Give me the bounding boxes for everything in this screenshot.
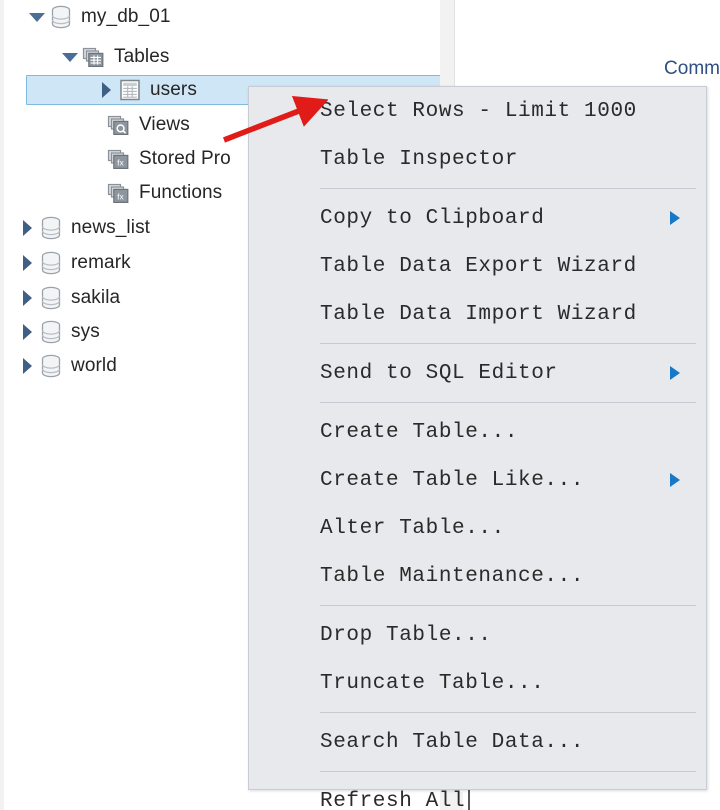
database-icon: [38, 250, 64, 276]
tree-indent-spacer: [27, 90, 95, 91]
menu-item-refresh-all[interactable]: Refresh All: [249, 777, 706, 810]
mysql-workbench-screenshot: my_db_01 Tables users Views fx Stored Pro fx Fu…: [0, 0, 720, 810]
menu-item-send-to-sql-editor[interactable]: Send to SQL Editor: [249, 349, 706, 397]
tree-item-label: news_list: [71, 217, 151, 238]
tree-indent-spacer: [4, 332, 16, 333]
views-icon: [106, 112, 132, 138]
menu-item-label: Copy to Clipboard: [320, 206, 545, 230]
database-icon: [38, 285, 64, 311]
tree-item-label: remark: [71, 252, 131, 273]
tree-item-label: Tables: [114, 46, 170, 67]
chevron-right-icon[interactable]: [95, 75, 117, 105]
procedures-icon: fx: [106, 146, 132, 172]
menu-item-label: Create Table...: [320, 420, 519, 444]
database-icon: [38, 353, 64, 379]
submenu-chevron-right-icon: [670, 211, 680, 225]
tree-expander-placeholder: [84, 110, 106, 140]
menu-item-label: Table Inspector: [320, 147, 519, 171]
table-context-menu[interactable]: Select Rows - Limit 1000 Table Inspector C…: [248, 86, 707, 810]
menu-item-label: Drop Table...: [320, 623, 492, 647]
tree-indent-spacer: [4, 57, 59, 58]
submenu-chevron-right-icon: [670, 473, 680, 487]
menu-separator: [320, 343, 696, 344]
menu-item-truncate-table[interactable]: Truncate Table...: [249, 659, 706, 707]
chevron-down-icon[interactable]: [26, 2, 48, 32]
database-icon: [38, 215, 64, 241]
menu-item-create-table[interactable]: Create Table...: [249, 408, 706, 456]
menu-item-label: Truncate Table...: [320, 671, 545, 695]
tree-item-my-db-01[interactable]: my_db_01: [4, 2, 444, 32]
svg-text:fx: fx: [117, 192, 124, 202]
table-icon: [117, 77, 143, 103]
tables-icon: [81, 44, 107, 70]
tree-item-label: sys: [71, 321, 100, 342]
menu-item-label: Table Data Export Wizard: [320, 254, 637, 278]
chevron-right-icon[interactable]: [16, 213, 38, 243]
chevron-down-icon[interactable]: [59, 42, 81, 72]
tree-item-label: sakila: [71, 287, 121, 308]
menu-item-search-table-data[interactable]: Search Table Data...: [249, 718, 706, 766]
tree-expander-placeholder: [84, 178, 106, 208]
tree-item-label: Stored Pro: [139, 148, 231, 169]
menu-item-label: Alter Table...: [320, 516, 505, 540]
tree-indent-spacer: [4, 366, 16, 367]
tree-indent-spacer: [4, 298, 16, 299]
menu-separator: [320, 771, 696, 772]
tree-item-tables[interactable]: Tables: [4, 42, 444, 72]
menu-item-select-rows-limit-1000[interactable]: Select Rows - Limit 1000: [249, 87, 706, 135]
tree-item-label: Views: [139, 114, 190, 135]
tree-expander-placeholder: [84, 144, 106, 174]
tree-indent-spacer: [4, 159, 84, 160]
chevron-right-icon[interactable]: [16, 351, 38, 381]
menu-separator: [320, 605, 696, 606]
tree-item-label: Functions: [139, 182, 223, 203]
functions-icon: fx: [106, 180, 132, 206]
menu-separator: [320, 402, 696, 403]
menu-item-label: Select Rows - Limit 1000: [320, 99, 637, 123]
tree-item-label: world: [71, 355, 117, 376]
tree-item-label: my_db_01: [81, 6, 171, 27]
menu-item-label: Refresh All: [320, 789, 466, 810]
menu-item-table-data-export-wizard[interactable]: Table Data Export Wizard: [249, 242, 706, 290]
menu-item-label: Table Data Import Wizard: [320, 302, 637, 326]
tree-item-label: users: [150, 79, 197, 100]
menu-separator: [320, 188, 696, 189]
chevron-right-icon[interactable]: [16, 283, 38, 313]
menu-item-label: Search Table Data...: [320, 730, 585, 754]
menu-separator: [320, 712, 696, 713]
menu-item-table-maintenance[interactable]: Table Maintenance...: [249, 552, 706, 600]
database-icon: [38, 319, 64, 345]
chevron-right-icon[interactable]: [16, 248, 38, 278]
submenu-chevron-right-icon: [670, 366, 680, 380]
database-icon: [48, 4, 74, 30]
menu-item-label: Send to SQL Editor: [320, 361, 558, 385]
tree-indent-spacer: [4, 193, 84, 194]
chevron-right-icon[interactable]: [16, 317, 38, 347]
tree-indent-spacer: [4, 17, 26, 18]
tree-indent-spacer: [4, 228, 16, 229]
menu-item-label: Create Table Like...: [320, 468, 585, 492]
tree-indent-spacer: [4, 125, 84, 126]
menu-item-label: Table Maintenance...: [320, 564, 585, 588]
tree-indent-spacer: [4, 263, 16, 264]
menu-item-copy-to-clipboard[interactable]: Copy to Clipboard: [249, 194, 706, 242]
menu-item-create-table-like[interactable]: Create Table Like...: [249, 456, 706, 504]
svg-text:fx: fx: [117, 158, 124, 168]
menu-item-alter-table[interactable]: Alter Table...: [249, 504, 706, 552]
menu-item-drop-table[interactable]: Drop Table...: [249, 611, 706, 659]
menu-item-table-data-import-wizard[interactable]: Table Data Import Wizard: [249, 290, 706, 338]
column-header-comment: Comm: [664, 58, 720, 79]
menu-item-table-inspector[interactable]: Table Inspector: [249, 135, 706, 183]
